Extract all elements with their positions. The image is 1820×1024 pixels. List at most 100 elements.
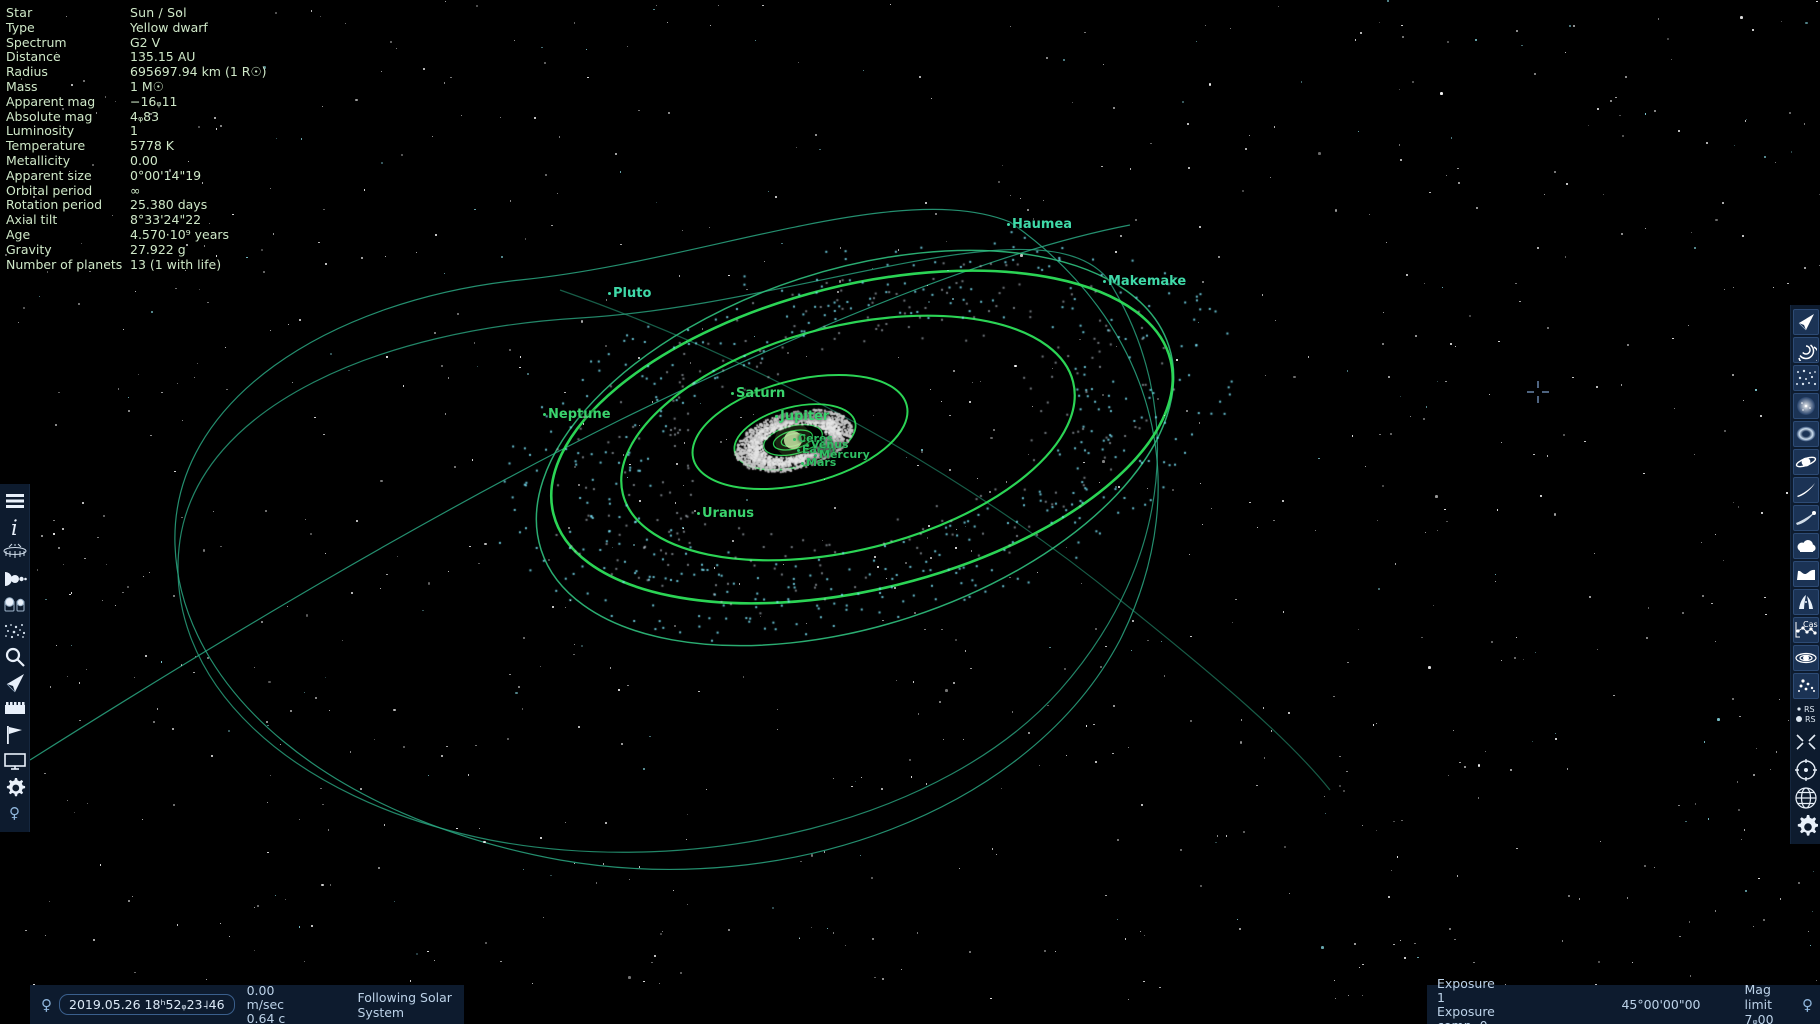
constellation-icon[interactable]: Cas xyxy=(1792,617,1819,643)
planet-marker-dot xyxy=(797,448,800,452)
info-value: 695697.94 km (1 R☉) xyxy=(130,64,267,80)
planet-label-jupiter[interactable]: Jupiter xyxy=(775,409,829,424)
planet-label-haumea[interactable]: Haumea xyxy=(1007,217,1072,232)
info-title-label: Star xyxy=(6,5,33,20)
speed-readout: 0.00 m/sec 0.64 c xyxy=(246,982,298,1024)
planet-label-pluto[interactable]: Pluto xyxy=(608,286,651,301)
info-row: Age 4.570·10⁹ years xyxy=(6,226,267,243)
info-icon[interactable]: i xyxy=(1,514,29,540)
info-key: Distance xyxy=(6,49,61,65)
ringed-planet-icon[interactable] xyxy=(1792,449,1819,475)
wave-icon[interactable] xyxy=(1792,561,1819,587)
info-key: Gravity xyxy=(6,241,52,257)
info-row: Distance 135.15 AU xyxy=(6,50,267,65)
left-toolbar[interactable]: i ♀ xyxy=(0,484,30,832)
spaceship-icon[interactable] xyxy=(1,670,29,696)
following-target: Following Solar System xyxy=(357,989,452,1020)
planet-marker-dot xyxy=(543,413,546,416)
gear-icon[interactable] xyxy=(1,774,29,800)
info-row: Number of planets 13 (1 with life) xyxy=(6,256,267,273)
speed-ms: 0.00 m/sec xyxy=(246,982,285,1012)
planet-label-saturn[interactable]: Saturn xyxy=(731,386,785,401)
info-row: Luminosity 1 xyxy=(6,124,267,139)
info-row: Temperature 5778 K xyxy=(6,138,267,154)
planet-label-makemake[interactable]: Makemake xyxy=(1103,274,1186,289)
comet-icon[interactable] xyxy=(1792,477,1819,503)
arrows-icon[interactable] xyxy=(1793,729,1819,755)
starfield-icon[interactable] xyxy=(1,618,29,644)
planet-label-text: Saturn xyxy=(736,386,786,401)
asteroid-belt xyxy=(0,0,1820,1024)
info-key: Type xyxy=(6,19,35,35)
rs-labels-icon[interactable]: RS RS xyxy=(1793,701,1819,727)
nebula-icon[interactable] xyxy=(1792,421,1819,447)
gear-icon[interactable] xyxy=(1793,813,1819,839)
planet-label-venus[interactable]: Venus xyxy=(806,438,849,451)
info-key: Apparent mag xyxy=(6,93,96,109)
info-key: Temperature xyxy=(6,138,86,154)
planet-marker-dot xyxy=(731,392,734,395)
planet-marker-dot xyxy=(608,292,611,295)
spaceship-icon[interactable] xyxy=(1792,309,1819,335)
info-value: 1 xyxy=(130,123,138,139)
planet-marker-dot xyxy=(775,415,778,418)
planet-label-neptune[interactable]: Neptune xyxy=(543,407,611,422)
info-value: −16ᵩ11 xyxy=(130,93,178,109)
info-value: 0.00 xyxy=(130,152,158,168)
info-title-value: Sun / Sol xyxy=(130,5,187,20)
info-rows: Type Yellow dwarf Spectrum G2 V Distance 135.… xyxy=(6,19,267,273)
planet-label-text: Jupiter xyxy=(780,409,830,424)
magnifier-icon[interactable] xyxy=(1,644,29,670)
planet-label-text: Makemake xyxy=(1108,274,1187,289)
info-key: Number of planets xyxy=(6,256,123,272)
date-time-field[interactable]: 2019.05.26 18ʰ52ᵩ23˨46 xyxy=(59,994,235,1015)
planet-marker-dot xyxy=(793,437,796,441)
info-title-row: Star Sun / Sol xyxy=(6,5,267,21)
starfield-icon[interactable] xyxy=(1792,365,1819,391)
info-value: 13 (1 with life) xyxy=(130,256,222,272)
target-icon[interactable] xyxy=(1793,757,1819,783)
monitor-icon[interactable] xyxy=(1,748,29,774)
info-row: Metallicity 0.00 xyxy=(6,152,267,169)
info-row: Gravity 27.922 g xyxy=(6,241,267,258)
info-row: Axial tilt 8°33'24"22 xyxy=(6,212,267,228)
planet-label-uranus[interactable]: Uranus xyxy=(697,506,754,521)
right-toolbar[interactable]: Cas RS RS xyxy=(1790,305,1820,844)
mag-limit: Mag limit 7ᵩ00 xyxy=(1744,982,1774,1024)
asterism-icon[interactable] xyxy=(1792,673,1819,699)
info-row: Type Yellow dwarf xyxy=(6,19,267,36)
phases-icon[interactable] xyxy=(1,566,29,592)
field-of-view: 45°00'00"00 xyxy=(1621,997,1701,1012)
svg-text:RS: RS xyxy=(1804,705,1815,714)
planet-label-text: Pluto xyxy=(613,286,652,301)
binoculars-icon[interactable] xyxy=(1,592,29,618)
menu-icon[interactable] xyxy=(1,488,29,514)
info-value: 25.380 days xyxy=(130,197,208,213)
observatory-icon[interactable] xyxy=(1,540,29,566)
cluster-icon[interactable] xyxy=(1792,393,1819,419)
info-value: 4.570·10⁹ years xyxy=(130,226,230,242)
filmstrip-icon[interactable] xyxy=(1,696,29,722)
space-simulation-window: Haumea Makemake Pluto Neptune Uranus Saturn Ju… xyxy=(0,0,1820,1024)
sky-viewport[interactable]: Haumea Makemake Pluto Neptune Uranus Saturn Ju… xyxy=(0,0,1820,1024)
meteor-icon[interactable] xyxy=(1792,505,1819,531)
planet-marker-dot xyxy=(697,512,700,515)
cloud-icon[interactable] xyxy=(1792,533,1819,559)
aurora-icon[interactable] xyxy=(1792,589,1819,615)
planet-label-mars[interactable]: Mars xyxy=(801,456,836,469)
info-value: 27.922 g xyxy=(130,241,186,257)
flag-icon[interactable] xyxy=(1,722,29,748)
status-bar-left: ♀ 2019.05.26 18ʰ52ᵩ23˨46 0.00 m/sec 0.64… xyxy=(30,982,464,1024)
grid-icon[interactable] xyxy=(1793,785,1819,811)
exposure-comp-value: Exposure comp. 0 xyxy=(1437,1003,1495,1024)
info-key: Metallicity xyxy=(6,152,71,168)
venus-glyph-left: ♀ xyxy=(9,804,20,822)
info-value: 1 M☉ xyxy=(130,78,164,94)
galaxy-icon[interactable] xyxy=(1792,337,1819,363)
planet-label-text: Uranus xyxy=(702,506,754,521)
object-info-panel: Star Sun / Sol Type Yellow dwarf Spectrum G… xyxy=(6,5,267,273)
planet-label-text: Venus xyxy=(811,438,849,451)
info-key: Axial tilt xyxy=(6,212,58,228)
orbit-icon[interactable] xyxy=(1792,645,1819,671)
info-key: Radius xyxy=(6,64,48,80)
